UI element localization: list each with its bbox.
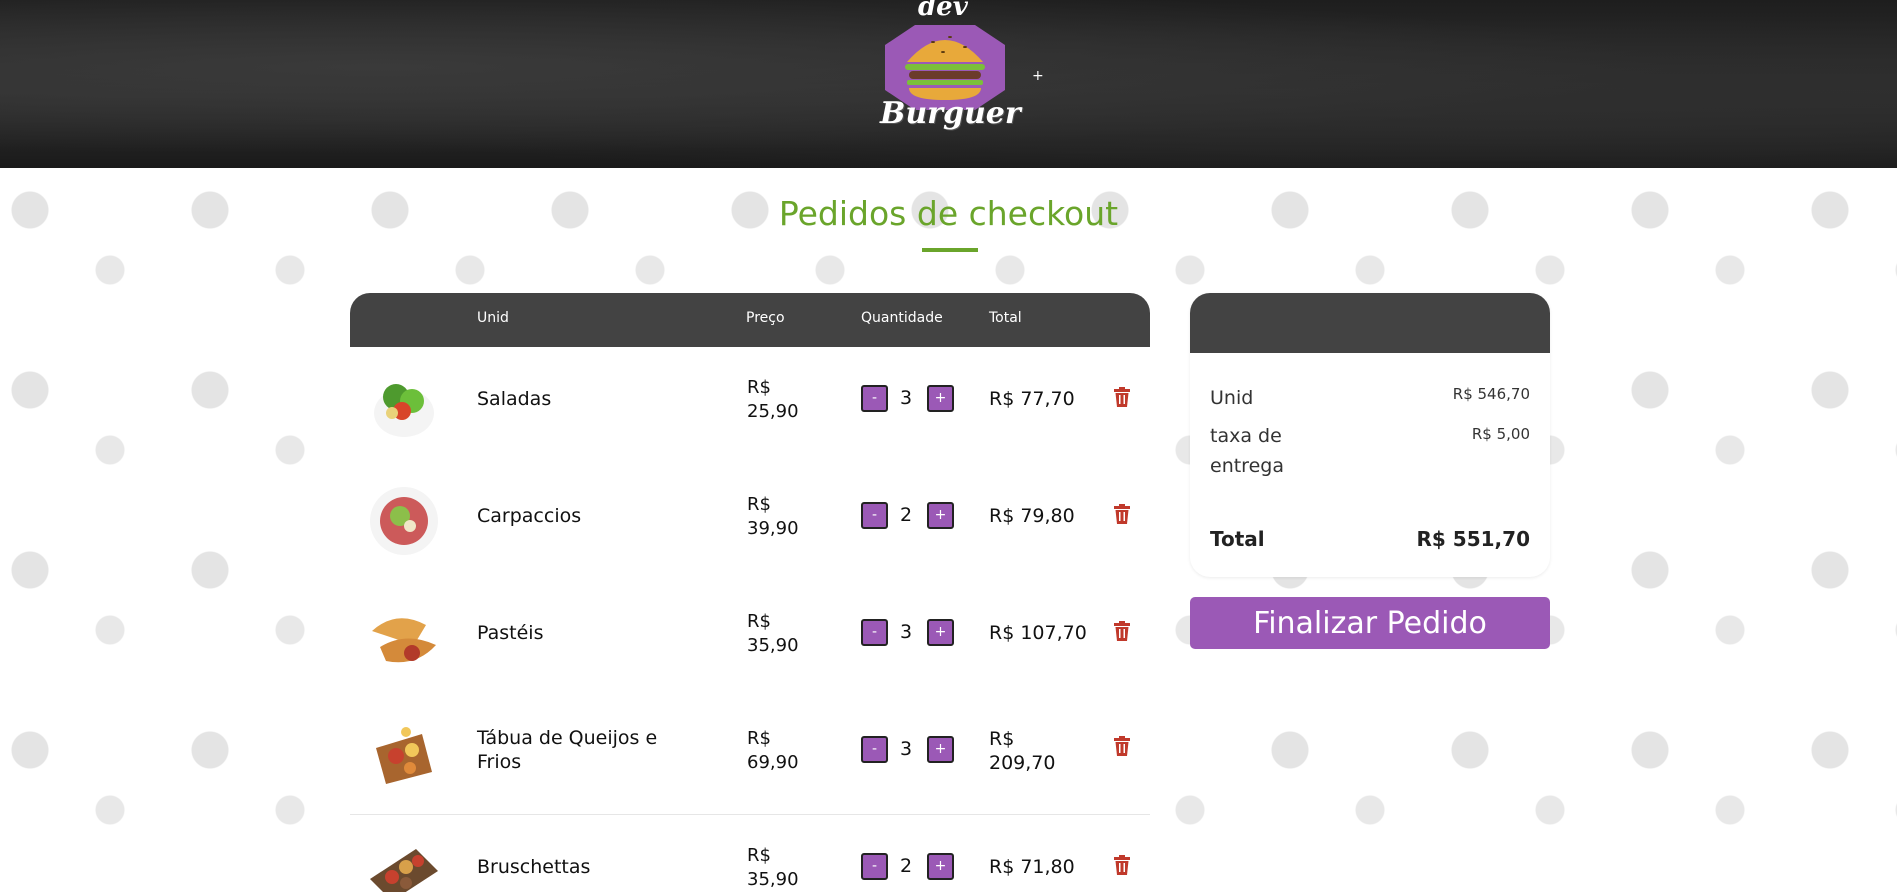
- increase-quantity-button[interactable]: +: [927, 853, 954, 880]
- price-currency: R$: [747, 611, 771, 632]
- plus-mark: +: [1032, 68, 1044, 84]
- increase-quantity-button[interactable]: +: [927, 619, 954, 646]
- pasteis-image: [372, 618, 436, 663]
- quantity-value: 3: [899, 387, 913, 409]
- finalize-order-button[interactable]: Finalizar Pedido: [1190, 597, 1550, 649]
- price-amount: 39,90: [747, 518, 799, 539]
- page-title: Pedidos de checkout: [778, 194, 1119, 233]
- increase-quantity-button[interactable]: +: [927, 385, 954, 412]
- item-name: Tábua de Queijos e Frios: [477, 727, 658, 773]
- carpaccio-image: [370, 487, 438, 555]
- increase-quantity-button[interactable]: +: [927, 502, 954, 529]
- table-row: Tábua de Queijos e Frios R$ 69,90 - 3 + …: [350, 698, 1150, 815]
- item-total: R$ 209,70: [989, 728, 1056, 774]
- price-currency: R$: [747, 377, 771, 398]
- decrease-quantity-button[interactable]: -: [861, 502, 888, 529]
- item-name: Pastéis: [477, 622, 544, 644]
- quantity-value: 2: [899, 504, 913, 526]
- decrease-quantity-button[interactable]: -: [861, 853, 888, 880]
- price-currency: R$: [747, 728, 771, 749]
- trash-icon[interactable]: [1114, 736, 1130, 756]
- item-price: R$ 35,90: [747, 610, 817, 658]
- price-amount: 35,90: [747, 635, 799, 656]
- table-row: Saladas R$ 25,90 - 3 + R$ 77,70: [350, 347, 1150, 464]
- column-quantity: Quantidade: [861, 310, 943, 326]
- decrease-quantity-button[interactable]: -: [861, 385, 888, 412]
- decrease-quantity-button[interactable]: -: [861, 619, 888, 646]
- increase-quantity-button[interactable]: +: [927, 736, 954, 763]
- total-value: R$ 551,70: [1416, 527, 1530, 551]
- column-total: Total: [989, 310, 1022, 326]
- item-total: R$ 79,80: [989, 505, 1075, 527]
- subtotal-label: Unid: [1210, 387, 1254, 409]
- table-row: Bruschettas R$ 35,90 - 2 + R$ 71,80: [350, 815, 1150, 892]
- delivery-fee-value: R$ 5,00: [1471, 425, 1530, 443]
- item-price: R$ 35,90: [747, 844, 817, 892]
- order-table: Unid Preço Quantidade Total Saladas R$ 2…: [350, 293, 1150, 892]
- price-currency: R$: [747, 494, 771, 515]
- cheese-board-image: [376, 727, 432, 784]
- subtotal-value: R$ 546,70: [1452, 385, 1530, 403]
- quantity-value: 2: [899, 855, 913, 877]
- bruschetta-image: [370, 849, 438, 892]
- trash-icon[interactable]: [1114, 621, 1130, 641]
- item-name: Carpaccios: [477, 505, 582, 527]
- total-label: Total: [1210, 527, 1265, 551]
- trash-icon[interactable]: [1114, 387, 1130, 407]
- item-price: R$ 25,90: [747, 376, 817, 424]
- column-unit: Unid: [477, 310, 509, 326]
- price-amount: 35,90: [747, 869, 799, 890]
- table-row: Pastéis R$ 35,90 - 3 + R$ 107,70: [350, 581, 1150, 698]
- summary-header: [1190, 293, 1550, 353]
- price-amount: 69,90: [747, 752, 799, 773]
- quantity-value: 3: [899, 621, 913, 643]
- item-price: R$ 39,90: [747, 493, 817, 541]
- delivery-fee-label: taxa de entrega: [1210, 425, 1284, 477]
- price-amount: 25,90: [747, 401, 799, 422]
- title-underline: [922, 248, 978, 252]
- header-banner: dev Burguer +: [0, 0, 1897, 168]
- item-name: Saladas: [477, 388, 552, 410]
- logo-text-burguer: Burguer: [880, 96, 1021, 131]
- table-header: Unid Preço Quantidade Total: [350, 293, 1150, 347]
- item-total: R$ 71,80: [989, 856, 1075, 878]
- trash-icon[interactable]: [1114, 504, 1130, 524]
- quantity-value: 3: [899, 738, 913, 760]
- item-name: Bruschettas: [477, 856, 591, 878]
- logo-text-dev: dev: [918, 0, 968, 22]
- trash-icon[interactable]: [1114, 855, 1130, 875]
- order-summary: Unid R$ 546,70 taxa de entrega R$ 5,00 T…: [1190, 293, 1550, 577]
- column-price: Preço: [746, 310, 785, 326]
- item-total: R$ 77,70: [989, 388, 1075, 410]
- item-total: R$ 107,70: [989, 622, 1087, 644]
- decrease-quantity-button[interactable]: -: [861, 736, 888, 763]
- item-price: R$ 69,90: [747, 727, 817, 775]
- salad-image: [374, 384, 434, 437]
- price-currency: R$: [747, 845, 771, 866]
- table-row: Carpaccios R$ 39,90 - 2 + R$ 79,80: [350, 464, 1150, 581]
